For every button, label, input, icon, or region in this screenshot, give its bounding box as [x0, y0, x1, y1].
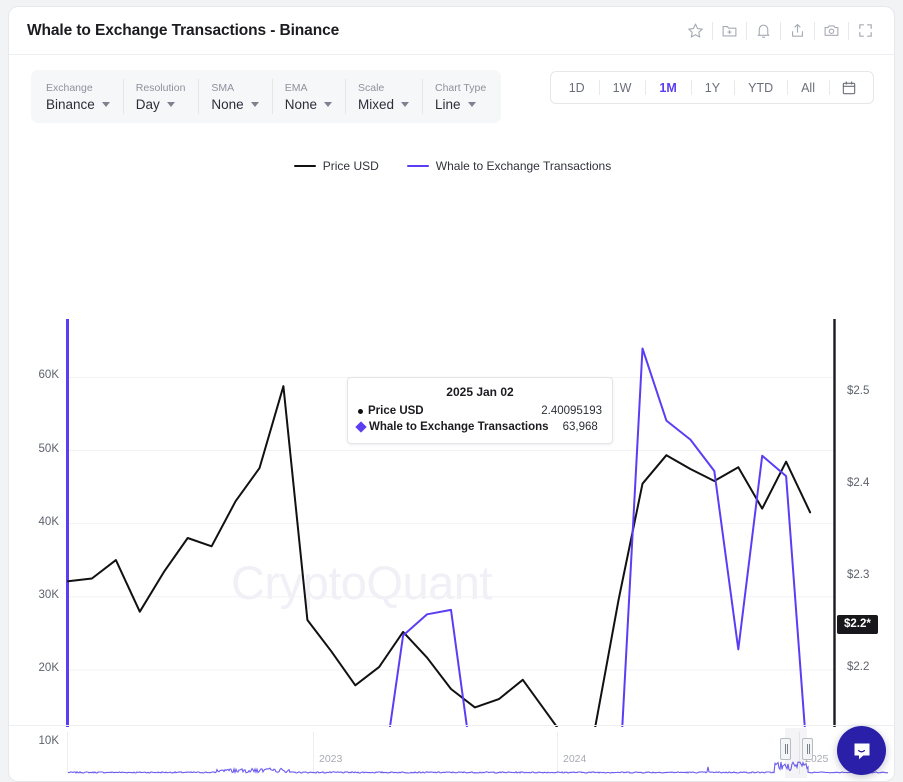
page-title: Whale to Exchange Transactions - Binance — [27, 21, 340, 39]
chevron-down-icon — [467, 101, 476, 107]
range-1d[interactable]: 1D — [555, 72, 599, 103]
tooltip-row-price: Price USD 2.40095193 — [358, 403, 602, 419]
right-axis-tick-1: $2.2 — [847, 660, 870, 673]
range-ytd[interactable]: YTD — [734, 72, 787, 103]
chevron-down-icon — [323, 101, 332, 107]
tooltip-price-name: Price USD — [368, 405, 424, 417]
selector-resolution-label: Resolution — [135, 81, 186, 94]
selector-ema[interactable]: EMA None — [271, 70, 345, 123]
selector-sma-value: None — [211, 96, 244, 112]
selector-group: Exchange Binance Resolution Day SMA None — [31, 70, 502, 123]
left-axis-tick-4: 40K — [38, 515, 59, 528]
chart-tooltip: 2025 Jan 02 Price USD 2.40095193 Whale t… — [347, 377, 613, 444]
range-selector: 1D 1W 1M 1Y YTD All — [549, 71, 874, 104]
calendar-icon[interactable] — [829, 72, 869, 103]
alert-bell-icon[interactable] — [747, 18, 780, 44]
chart-card: Whale to Exchange Transactions - Binance — [8, 6, 895, 782]
range-1m[interactable]: 1M — [645, 72, 690, 103]
chart-area[interactable]: Price USD Whale to Exchange Transactions… — [9, 127, 894, 765]
chevron-down-icon — [101, 101, 110, 107]
add-to-folder-icon[interactable] — [713, 18, 746, 44]
selector-exchange[interactable]: Exchange Binance — [33, 70, 123, 123]
price-dot-icon — [358, 408, 363, 414]
tooltip-whale-value: 63,968 — [562, 421, 598, 433]
chevron-down-icon — [166, 101, 175, 107]
right-axis-tick-2: $2.3 — [847, 568, 870, 581]
whale-diamond-icon — [355, 421, 367, 433]
chevron-down-icon — [401, 101, 409, 107]
controls-bar: Exchange Binance Resolution Day SMA None — [9, 55, 894, 127]
selector-exchange-label: Exchange — [46, 81, 93, 94]
left-axis-tick-5: 50K — [38, 442, 59, 455]
header-actions — [679, 18, 882, 44]
fullscreen-icon[interactable] — [849, 18, 882, 44]
selector-scale-value: Mixed — [357, 96, 394, 112]
tooltip-whale-name: Whale to Exchange Transactions — [369, 421, 549, 433]
chat-bubble-icon — [854, 743, 869, 759]
screenshot-camera-icon[interactable] — [815, 18, 848, 44]
selector-ema-label: EMA — [284, 81, 308, 94]
selector-ema-value: None — [284, 96, 317, 112]
selector-chart-type-label: Chart Type — [435, 81, 487, 94]
selector-exchange-value: Binance — [46, 96, 95, 112]
selector-sma[interactable]: SMA None — [198, 70, 271, 123]
navigator-handle-left[interactable] — [780, 738, 791, 760]
share-icon[interactable] — [781, 18, 814, 44]
favorite-star-icon[interactable] — [679, 18, 712, 44]
range-navigator[interactable]: 2023 2024 2025 — [9, 725, 894, 781]
intercom-chat-button[interactable] — [837, 726, 886, 775]
right-axis-tick-4: $2.5 — [847, 384, 870, 397]
tooltip-price-value: 2.40095193 — [541, 405, 602, 417]
selector-resolution-value: Day — [135, 96, 160, 112]
left-axis-tick-3: 30K — [38, 588, 59, 601]
selector-chart-type[interactable]: Chart Type Line — [422, 70, 499, 123]
right-axis-tick-3: $2.4 — [847, 476, 870, 489]
range-1y[interactable]: 1Y — [690, 72, 734, 103]
selector-scale-label: Scale — [357, 81, 385, 94]
navigator-sparkline — [67, 761, 889, 775]
selector-scale[interactable]: Scale Mixed — [344, 70, 422, 123]
navigator-handle-right[interactable] — [802, 738, 813, 760]
selector-chart-type-value: Line — [435, 96, 461, 112]
selector-sma-label: SMA — [211, 81, 235, 94]
tooltip-date: 2025 Jan 02 — [446, 385, 514, 399]
range-all[interactable]: All — [787, 72, 829, 103]
left-axis-tick-2: 20K — [38, 661, 59, 674]
range-1w[interactable]: 1W — [598, 72, 646, 103]
tooltip-row-whale: Whale to Exchange Transactions 63,968 — [355, 419, 602, 435]
right-axis-value-badge: $2.2* — [837, 614, 878, 634]
card-header: Whale to Exchange Transactions - Binance — [9, 7, 894, 55]
left-axis-tick-6: 60K — [38, 369, 59, 382]
selector-resolution[interactable]: Resolution Day — [122, 70, 199, 123]
chevron-down-icon — [250, 101, 259, 107]
